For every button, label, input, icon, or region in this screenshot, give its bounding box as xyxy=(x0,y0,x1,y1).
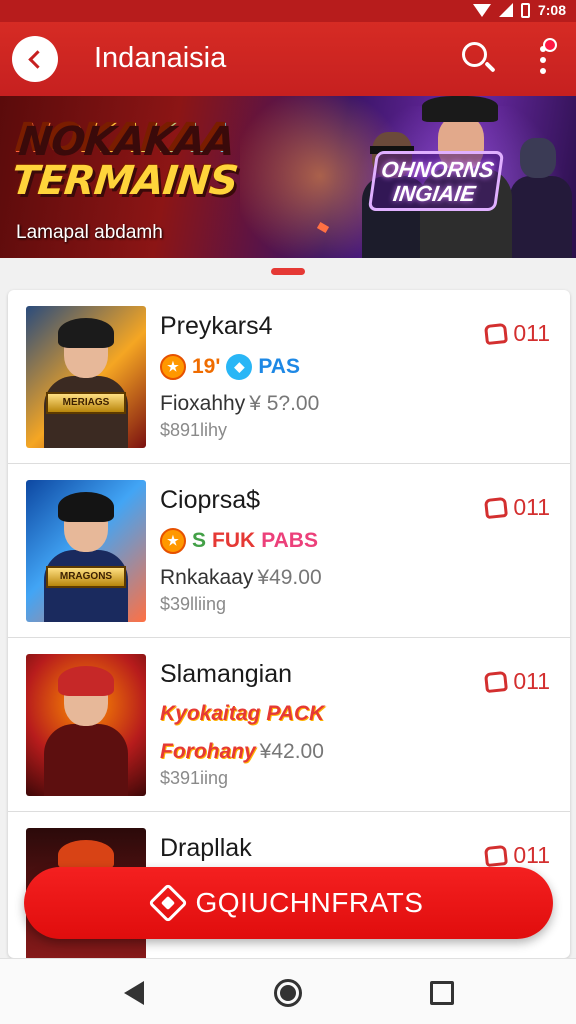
search-icon xyxy=(462,42,487,67)
item-price: Rnkakaay ¥49.00 xyxy=(160,566,322,589)
carousel-indicator xyxy=(271,268,305,275)
like-button[interactable]: 011 xyxy=(484,320,550,347)
status-icons: 7:08 xyxy=(472,2,566,18)
item-thumbnail: MRAGONS xyxy=(26,480,146,622)
banner-headline: NOKAKAA TERMAINS xyxy=(9,116,244,204)
more-options-button[interactable] xyxy=(528,38,558,82)
system-nav-bar xyxy=(0,958,576,1024)
item-thumbnail: MERIAGS xyxy=(26,306,146,448)
heart-icon xyxy=(484,322,509,345)
signal-icon xyxy=(498,3,513,17)
item-sold-count: $39lliing xyxy=(160,594,227,614)
list-item[interactable]: MERIAGS Preykars4 ★ 19' ◆ PAS Fioxahhy ¥ … xyxy=(8,290,570,464)
tag-icon: ◆ xyxy=(226,354,253,380)
app-bar: Indanaisia xyxy=(0,22,576,96)
item-tags: ★ S FUK PABS xyxy=(160,528,318,554)
banner-subtitle: Lamapal abdamh xyxy=(16,222,163,243)
like-button[interactable]: 011 xyxy=(484,668,550,695)
coin-icon: ★ xyxy=(160,354,186,380)
primary-action-button[interactable]: GQIUCHNFRATS xyxy=(24,867,553,939)
nav-recent-icon[interactable] xyxy=(430,981,454,1005)
item-price: Fioxahhy ¥ 5?.00 xyxy=(160,392,320,415)
item-title: Preykars4 xyxy=(160,312,273,340)
item-price: Forohany ¥42.00 xyxy=(160,740,324,763)
item-tags: ★ 19' ◆ PAS xyxy=(160,354,300,380)
heart-icon xyxy=(484,844,509,867)
search-button[interactable] xyxy=(460,40,496,76)
like-button[interactable]: 011 xyxy=(484,842,550,869)
heart-icon xyxy=(484,496,509,519)
back-button[interactable] xyxy=(12,36,58,82)
item-tags: Kyokaitag PACK xyxy=(160,702,325,725)
list-item[interactable]: MRAGONS Cioprsa$ ★ S FUK PABS Rnkakaay ¥4… xyxy=(8,464,570,638)
status-bar: 7:08 xyxy=(0,0,576,22)
item-sold-count: $391iing xyxy=(160,768,229,788)
coin-icon: ★ xyxy=(160,528,186,554)
item-sold-count: $891lihy xyxy=(160,420,228,440)
nav-back-icon[interactable] xyxy=(124,981,144,1005)
nav-home-icon[interactable] xyxy=(274,979,302,1007)
banner-badge: OHNORNS INGIAIE xyxy=(367,151,505,211)
wifi-icon xyxy=(472,3,491,17)
like-button[interactable]: 011 xyxy=(484,494,550,521)
item-thumbnail xyxy=(26,654,146,796)
product-list: MERIAGS Preykars4 ★ 19' ◆ PAS Fioxahhy ¥ … xyxy=(8,290,570,958)
heart-icon xyxy=(484,670,509,693)
battery-icon xyxy=(520,2,530,18)
primary-action-label: GQIUCHNFRATS xyxy=(195,887,424,918)
item-title: Slamangian xyxy=(160,660,293,688)
item-title: Cioprsa$ xyxy=(160,486,261,514)
page-title: Indanaisia xyxy=(94,42,227,74)
chevron-left-icon xyxy=(28,49,47,69)
status-time: 7:08 xyxy=(537,2,566,18)
promo-banner[interactable]: NOKAKAA TERMAINS OHNORNS INGIAIE Lamapal… xyxy=(0,96,576,258)
item-title: Drapllak xyxy=(160,834,252,862)
notification-badge xyxy=(543,38,557,52)
gift-icon xyxy=(147,883,188,923)
list-item[interactable]: Slamangian Kyokaitag PACK Forohany ¥42.00… xyxy=(8,638,570,812)
